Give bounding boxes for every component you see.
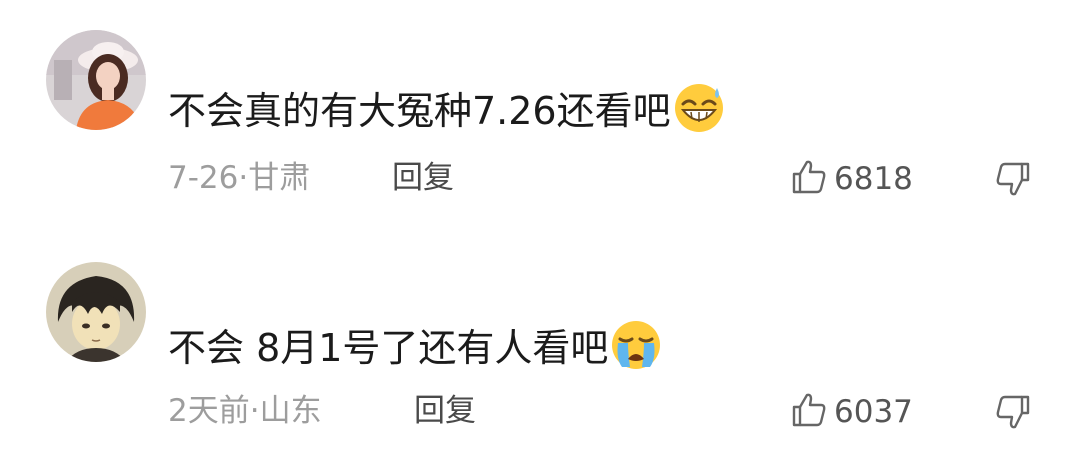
like-count: 6037 (834, 394, 913, 430)
thumbs-down-icon (994, 395, 1032, 435)
meta-separator: · (249, 393, 260, 429)
like-button[interactable]: 6037 (790, 391, 913, 433)
loudly-crying-emoji-icon (610, 319, 662, 371)
like-count: 6818 (834, 161, 913, 197)
reply-button[interactable]: 回复 (392, 158, 454, 198)
thumbs-up-icon (790, 391, 828, 433)
comment-time: 2天前 (168, 393, 250, 429)
dislike-button[interactable] (994, 160, 1032, 202)
grinning-sweat-emoji-icon (673, 82, 725, 134)
comment-meta: 2天前·山东 (168, 391, 322, 431)
thumbs-down-icon (994, 162, 1032, 202)
like-button[interactable]: 6818 (790, 158, 913, 200)
meta-separator: · (238, 160, 249, 196)
comment-text: 不会 8月1号了还有人看吧 (168, 319, 662, 372)
comment-time: 7-26 (168, 160, 239, 196)
avatar[interactable] (46, 262, 146, 362)
comment-location: 山东 (259, 393, 322, 429)
dislike-button[interactable] (994, 393, 1032, 435)
comment-location: 甘肃 (248, 160, 311, 196)
comment-item: 不会真的有大冤种7.26还看吧 7-26·甘肃 回复 6818 (0, 0, 1080, 227)
thumbs-up-icon (790, 158, 828, 200)
reply-button[interactable]: 回复 (414, 391, 476, 431)
comment-text-content: 不会 8月1号了还有人看吧 (168, 326, 609, 370)
comment-item: 不会 8月1号了还有人看吧 2天前·山东 回复 6037 (0, 227, 1080, 454)
comment-meta: 7-26·甘肃 (168, 158, 310, 198)
comment-text: 不会真的有大冤种7.26还看吧 (168, 82, 725, 135)
avatar[interactable] (46, 30, 146, 130)
comment-text-content: 不会真的有大冤种7.26还看吧 (168, 89, 671, 133)
